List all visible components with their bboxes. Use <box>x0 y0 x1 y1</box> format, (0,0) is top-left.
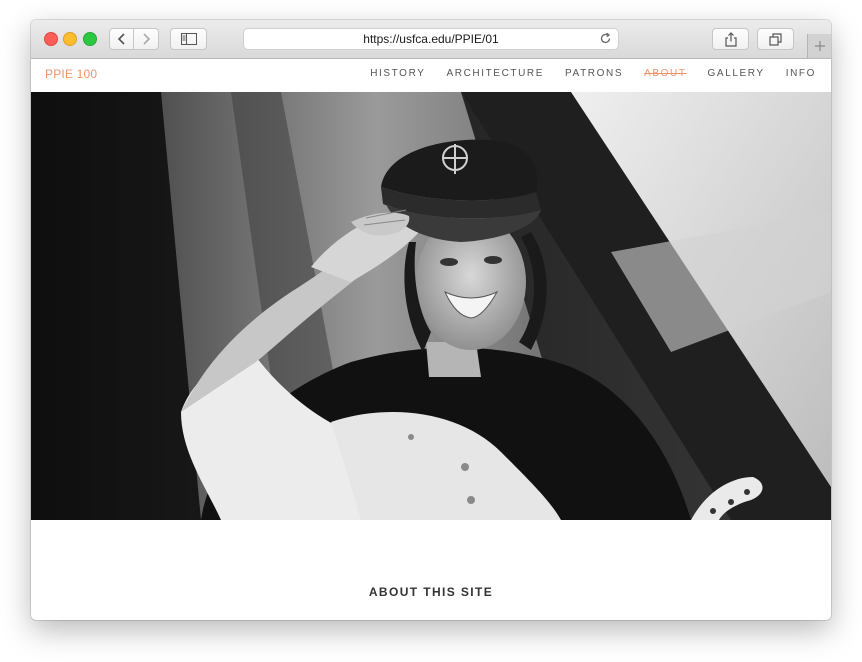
sidebar-icon <box>180 33 197 45</box>
nav-item-architecture[interactable]: ARCHITECTURE <box>446 68 544 79</box>
back-button[interactable] <box>109 28 134 50</box>
minimize-window-button[interactable] <box>63 32 77 46</box>
address-bar[interactable]: https://usfca.edu/PPIE/01 <box>243 28 619 50</box>
tabs-icon <box>768 32 782 46</box>
section-title: ABOUT THIS SITE <box>368 585 494 599</box>
hero-image <box>31 92 831 520</box>
sidebar-toggle-button[interactable] <box>170 28 207 50</box>
show-tabs-button[interactable] <box>757 28 794 50</box>
main-nav: HISTORY ARCHITECTURE PATRONS ABOUT GALLE… <box>349 68 816 79</box>
share-icon <box>724 31 737 47</box>
nav-item-patrons[interactable]: PATRONS <box>565 68 623 79</box>
reload-button[interactable] <box>599 32 612 50</box>
browser-window: https://usfca.edu/PPIE/01 PPIE 100 HISTO… <box>31 20 831 620</box>
saluting-woman-photo <box>31 92 831 520</box>
new-tab-button[interactable] <box>807 34 831 58</box>
forward-button[interactable] <box>134 28 159 50</box>
maximize-window-button[interactable] <box>83 32 97 46</box>
nav-item-gallery[interactable]: GALLERY <box>708 68 765 79</box>
chevron-right-icon <box>143 33 151 45</box>
plus-icon <box>815 41 825 51</box>
site-header: PPIE 100 HISTORY ARCHITECTURE PATRONS AB… <box>31 59 831 93</box>
reload-icon <box>600 32 611 44</box>
share-button[interactable] <box>712 28 749 50</box>
nav-item-info[interactable]: INFO <box>786 68 816 79</box>
browser-toolbar: https://usfca.edu/PPIE/01 <box>31 20 831 59</box>
url-text[interactable]: https://usfca.edu/PPIE/01 <box>244 32 618 46</box>
chevron-left-icon <box>117 33 125 45</box>
nav-item-history[interactable]: HISTORY <box>370 68 425 79</box>
nav-item-about[interactable]: ABOUT <box>644 68 686 79</box>
site-logo[interactable]: PPIE 100 <box>45 67 97 81</box>
close-window-button[interactable] <box>44 32 58 46</box>
